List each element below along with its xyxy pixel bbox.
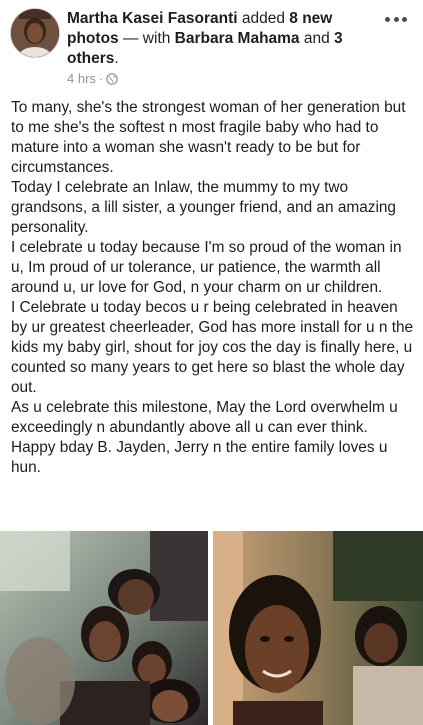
post-paragraph: I celebrate u today because I'm so proud…: [11, 239, 402, 296]
with-text: — with: [118, 30, 175, 47]
tagged-person-link[interactable]: Barbara Mahama: [175, 30, 300, 47]
meta-separator: ·: [98, 71, 104, 86]
avatar-image: [11, 9, 59, 57]
post-paragraph: Happy bday B. Jayden, Jerry n the entire…: [11, 439, 388, 476]
selfie-photo-image: [213, 531, 423, 725]
globe-icon: [106, 72, 119, 85]
timestamp[interactable]: 4 hrs: [67, 71, 96, 86]
facebook-post: Martha Kasei Fasoranti added 8 new photo…: [0, 0, 423, 725]
post-photo-group[interactable]: [0, 531, 208, 725]
post-header-text: Martha Kasei Fasoranti added 8 new photo…: [67, 9, 372, 69]
photo-grid: [0, 531, 423, 725]
dot: [385, 16, 390, 22]
dot: [393, 16, 399, 22]
post-header: Martha Kasei Fasoranti added 8 new photo…: [0, 0, 423, 92]
post-meta: 4 hrs ·: [67, 71, 119, 86]
post-photo-selfie[interactable]: [213, 531, 423, 725]
added-text: added: [237, 10, 290, 27]
post-body: To many, she's the strongest woman of he…: [11, 98, 416, 478]
period: .: [114, 50, 119, 67]
author-name[interactable]: Martha Kasei Fasoranti: [67, 10, 238, 27]
author-avatar[interactable]: [10, 8, 60, 58]
group-photo-image: [0, 531, 208, 725]
more-options-icon[interactable]: [385, 10, 407, 28]
post-paragraph: To many, she's the strongest woman of he…: [11, 99, 406, 176]
post-paragraph: As u celebrate this milestone, May the L…: [11, 399, 398, 436]
dot: [402, 16, 407, 22]
post-paragraph: Today I celebrate an Inlaw, the mummy to…: [11, 179, 396, 236]
and-text: and: [299, 30, 335, 47]
post-paragraph: I Celebrate u today becos u r being cele…: [11, 299, 414, 396]
